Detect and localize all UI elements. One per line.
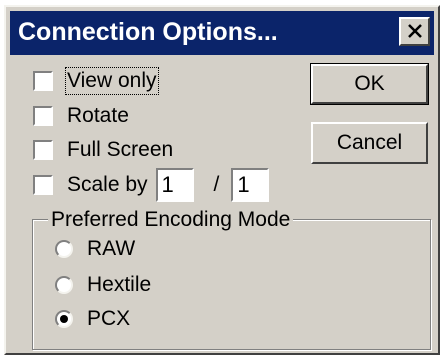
encoding-option-raw[interactable]: RAW	[55, 234, 135, 264]
scale-by-label: Scale by	[67, 173, 148, 196]
title-bar[interactable]: Connection Options...	[10, 11, 434, 55]
ok-button[interactable]: OK	[310, 63, 429, 105]
encoding-option-pcx[interactable]: PCX	[55, 304, 130, 334]
connection-options-dialog: Connection Options... View only Rotate F…	[4, 5, 440, 355]
encoding-mode-legend: Preferred Encoding Mode	[48, 208, 294, 232]
dialog-title: Connection Options...	[18, 18, 278, 46]
scale-denominator-input[interactable]	[231, 168, 270, 202]
view-only-label: View only	[65, 67, 159, 95]
rotate-label: Rotate	[67, 104, 129, 127]
full-screen-label: Full Screen	[67, 138, 174, 161]
cancel-button[interactable]: Cancel	[311, 122, 428, 164]
hextile-label: Hextile	[87, 273, 152, 296]
rotate-checkbox[interactable]	[33, 106, 53, 126]
rotate-option[interactable]: Rotate	[33, 101, 129, 131]
raw-radio[interactable]	[55, 240, 73, 258]
close-icon	[408, 24, 422, 38]
raw-label: RAW	[87, 237, 136, 260]
scale-by-checkbox[interactable]	[33, 175, 53, 195]
scale-numerator-input[interactable]	[155, 168, 194, 202]
close-button[interactable]	[399, 17, 430, 46]
scale-separator: /	[213, 173, 220, 196]
scale-by-option: Scale by /	[33, 165, 270, 205]
encoding-option-hextile[interactable]: Hextile	[55, 270, 151, 300]
view-only-checkbox[interactable]	[33, 71, 53, 91]
pcx-label: PCX	[87, 307, 131, 330]
full-screen-option[interactable]: Full Screen	[33, 135, 173, 165]
view-only-option[interactable]: View only	[33, 66, 159, 96]
pcx-radio[interactable]	[55, 310, 73, 328]
full-screen-checkbox[interactable]	[33, 140, 53, 160]
hextile-radio[interactable]	[55, 276, 73, 294]
